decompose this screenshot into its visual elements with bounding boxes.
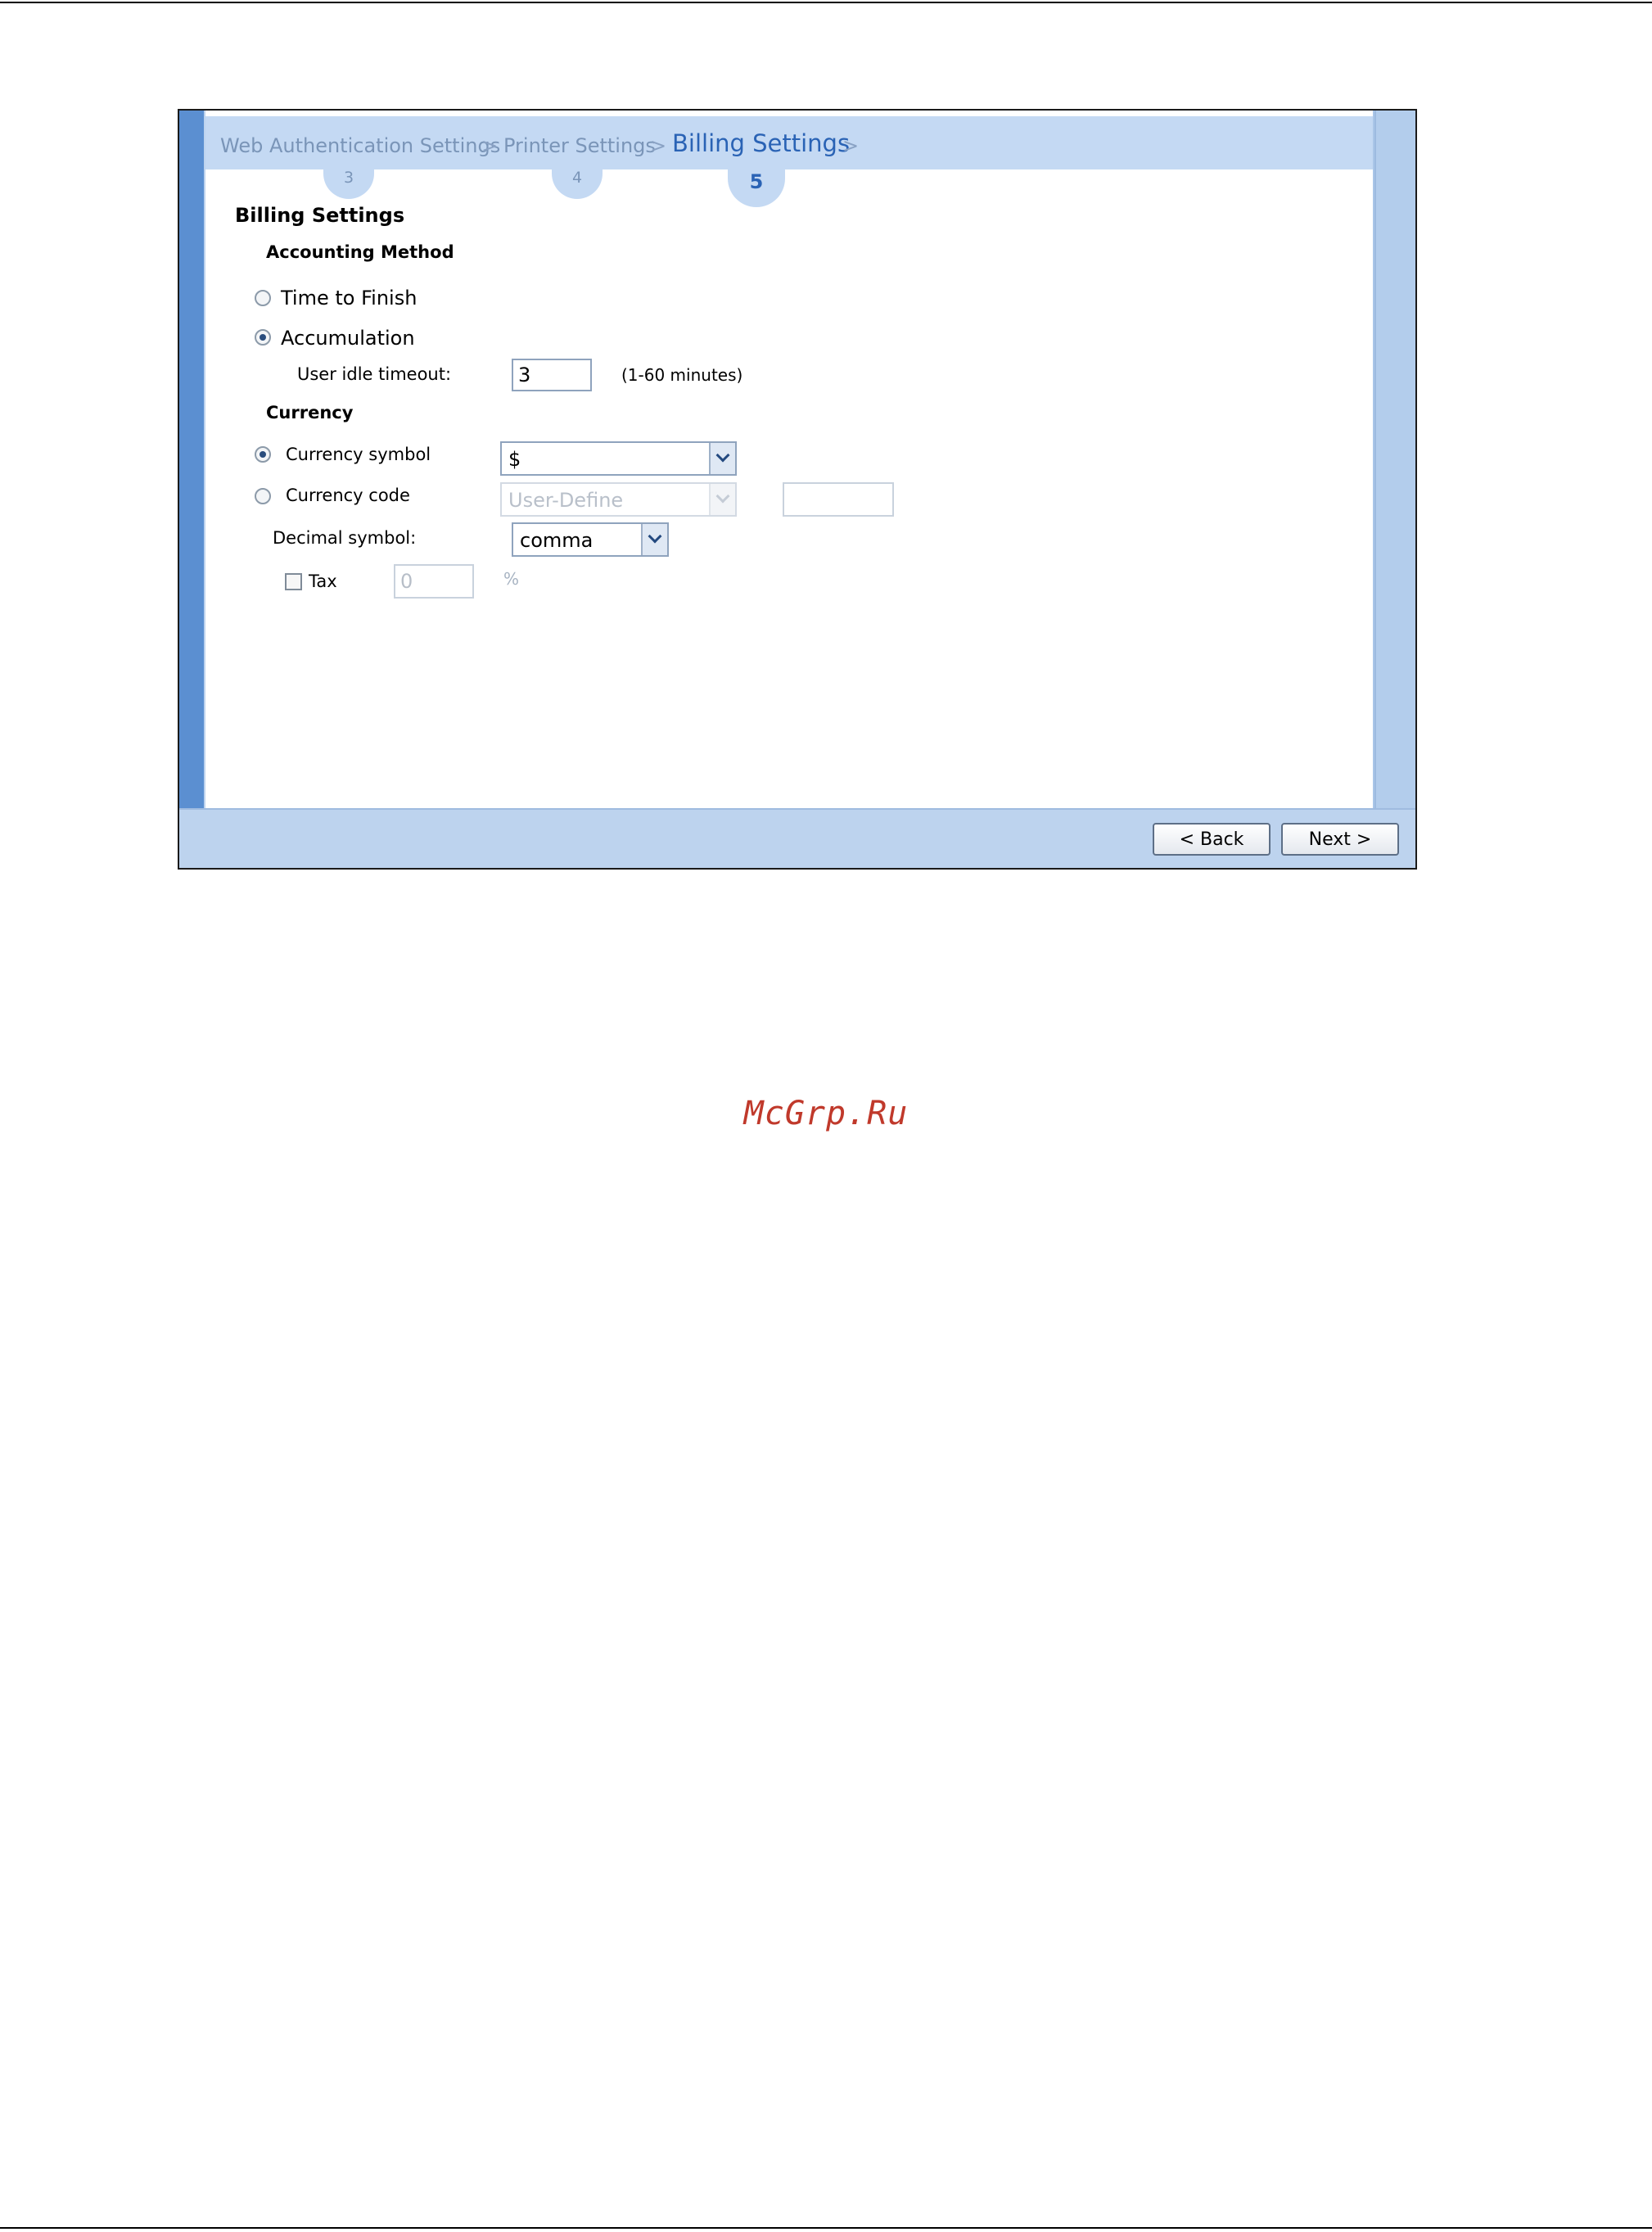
footer-divider [179,808,1415,810]
currency-code-value: User-Define [508,489,624,512]
decimal-symbol-value: comma [520,529,594,552]
watermark: McGrp.Ru [743,1095,909,1132]
wizard-step-number-5: 5 [728,169,785,207]
chevron-down-icon[interactable] [641,524,667,555]
dialog-left-frame [179,111,204,808]
wizard-separator-icon: > [842,134,860,157]
idle-timeout-label: User idle timeout: [297,364,452,384]
dialog-content: Web Authentication Settings > Printer Se… [205,111,1374,808]
next-button[interactable]: Next > [1281,823,1399,856]
wizard-step-billing: Billing Settings [672,129,851,157]
accumulation-label: Accumulation [281,327,415,350]
tax-unit: % [503,569,520,589]
page-top-rule [0,2,1652,3]
decimal-symbol-label: Decimal symbol: [273,528,417,548]
billing-settings-dialog: Web Authentication Settings > Printer Se… [178,109,1417,870]
time-to-finish-radio[interactable] [255,290,271,306]
dialog-scrollbar-track[interactable] [1374,111,1415,808]
currency-code-select[interactable]: User-Define [500,482,737,517]
currency-code-custom-input[interactable] [783,482,894,517]
wizard-separator-icon: > [481,134,499,157]
tax-label: Tax [309,572,337,591]
idle-timeout-hint: (1-60 minutes) [621,365,743,385]
decimal-symbol-select[interactable]: comma [512,522,669,557]
currency-heading: Currency [266,403,354,422]
wizard-step-number-3: 3 [323,169,374,199]
tax-checkbox[interactable] [285,573,302,590]
currency-code-label: Currency code [286,486,410,505]
section-title: Billing Settings [235,204,405,227]
page-bottom-rule [0,2227,1652,2229]
wizard-step-header: Web Authentication Settings > Printer Se… [205,116,1373,169]
currency-symbol-value: $ [508,448,521,471]
back-button[interactable]: < Back [1153,823,1271,856]
wizard-step-number-4: 4 [552,169,603,199]
accounting-method-heading: Accounting Method [266,242,454,262]
currency-symbol-label: Currency symbol [286,445,431,464]
currency-symbol-radio[interactable] [255,446,271,463]
tax-input[interactable] [394,564,474,599]
idle-timeout-input[interactable] [512,359,592,391]
currency-symbol-select[interactable]: $ [500,441,737,476]
wizard-step-printer[interactable]: Printer Settings [503,134,656,157]
chevron-down-icon[interactable] [709,443,735,474]
accumulation-radio[interactable] [255,329,271,346]
currency-code-radio[interactable] [255,488,271,504]
wizard-separator-icon: > [650,134,667,157]
chevron-down-icon[interactable] [709,484,735,515]
wizard-step-web-auth[interactable]: Web Authentication Settings [220,134,500,157]
time-to-finish-label: Time to Finish [281,287,418,309]
